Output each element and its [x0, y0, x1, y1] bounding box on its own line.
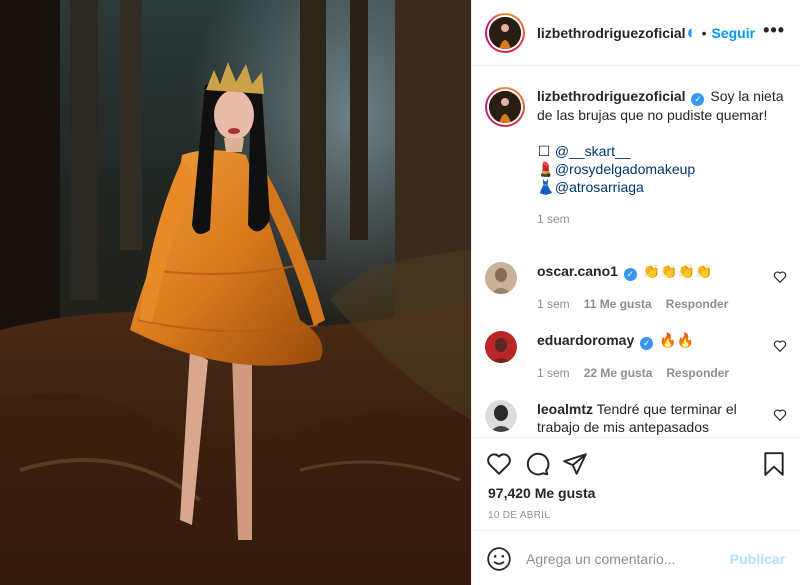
author-avatar[interactable] — [485, 12, 525, 53]
instagram-post: lizbethrodriguezoficial • Seguir ••• liz… — [0, 0, 800, 585]
commenter-avatar[interactable] — [485, 331, 517, 363]
comment-item: eduardoromay ✓ 🔥🔥 1 sem 22 Me gusta Respon… — [485, 331, 790, 382]
separator-dot: • — [701, 24, 707, 41]
follow-button[interactable]: Seguir — [711, 25, 755, 41]
reply-button[interactable]: Responder — [666, 366, 729, 380]
dress-icon: 👗 — [537, 179, 555, 195]
lipstick-icon: 💄 — [537, 161, 555, 177]
credit-line: 💄 @rosydelgadomakeup — [537, 160, 785, 178]
publish-button[interactable]: Publicar — [730, 551, 785, 567]
commenter-username[interactable]: oscar.cano1 — [537, 263, 618, 279]
camera-frame-icon: ☐ — [537, 143, 551, 159]
comment-item: oscar.cano1 ✓ 👏👏👏👏 1 sem 11 Me gusta Respo… — [485, 262, 790, 313]
share-icon[interactable] — [562, 451, 588, 477]
comment-time[interactable]: 1 sem — [537, 297, 570, 311]
comment-meta: 1 sem 22 Me gusta Responder — [537, 364, 757, 382]
commenter-username[interactable]: eduardoromay — [537, 332, 634, 348]
comment-text: 🔥🔥 — [659, 332, 694, 348]
post-actions: 97,420 Me gusta 10 DE ABRIL Publicar — [472, 437, 800, 585]
caption-avatar[interactable] — [485, 87, 525, 127]
comment-icon[interactable] — [524, 451, 550, 477]
mention-link[interactable]: @atrosarriaga — [555, 179, 644, 195]
commenter-avatar[interactable] — [485, 400, 517, 432]
more-options-icon[interactable]: ••• — [763, 20, 785, 41]
post-caption: lizbethrodriguezoficial ✓ Soy la nieta d… — [485, 87, 785, 228]
verified-icon: ✓ — [691, 93, 705, 106]
comments-list[interactable]: lizbethrodriguezoficial ✓ Soy la nieta d… — [472, 67, 800, 437]
comment-likes[interactable]: 11 Me gusta — [584, 297, 652, 311]
smile-icon[interactable] — [486, 546, 512, 572]
commenter-username[interactable]: leoalmtz — [537, 401, 593, 417]
like-comment-heart-icon[interactable] — [773, 339, 787, 353]
comment-likes[interactable]: 22 Me gusta — [584, 366, 653, 380]
reply-button[interactable]: Responder — [666, 297, 729, 311]
post-date[interactable]: 10 DE ABRIL — [488, 510, 550, 521]
comment-meta: 1 sem 11 Me gusta Responder — [537, 295, 757, 313]
photo-forest-scene — [0, 0, 471, 585]
comment-item: leoalmtz Tendré que terminar el trabajo … — [485, 400, 790, 436]
caption-timestamp[interactable]: 1 sem — [537, 210, 785, 228]
add-comment-bar: Publicar — [472, 530, 800, 585]
bookmark-icon[interactable] — [761, 451, 787, 477]
verified-icon: ✓ — [623, 268, 637, 281]
comment-input[interactable] — [526, 550, 736, 567]
commenter-avatar[interactable] — [485, 262, 517, 294]
mention-link[interactable]: @rosydelgadomakeup — [555, 161, 695, 177]
comment-text: 👏👏👏👏 — [642, 263, 713, 279]
like-comment-heart-icon[interactable] — [773, 408, 787, 422]
caption-credits: ☐ @__skart__ 💄 @rosydelgadomakeup 👗 @atr… — [537, 142, 785, 196]
heart-icon[interactable] — [486, 451, 512, 477]
credit-line: 👗 @atrosarriaga — [537, 178, 785, 196]
post-photo[interactable] — [0, 0, 471, 585]
caption-username[interactable]: lizbethrodriguezoficial — [537, 88, 686, 104]
comment-time[interactable]: 1 sem — [537, 366, 570, 380]
post-header: lizbethrodriguezoficial • Seguir ••• — [472, 0, 800, 66]
mention-link[interactable]: @__skart__ — [555, 143, 631, 159]
likes-count[interactable]: 97,420 Me gusta — [488, 485, 595, 501]
verified-icon: ✓ — [640, 337, 654, 350]
author-username[interactable]: lizbethrodriguezoficial — [537, 25, 686, 41]
credit-line: ☐ @__skart__ — [537, 142, 785, 160]
verified-icon — [687, 27, 692, 38]
like-comment-heart-icon[interactable] — [773, 270, 787, 284]
post-side-panel: lizbethrodriguezoficial • Seguir ••• liz… — [471, 0, 800, 585]
